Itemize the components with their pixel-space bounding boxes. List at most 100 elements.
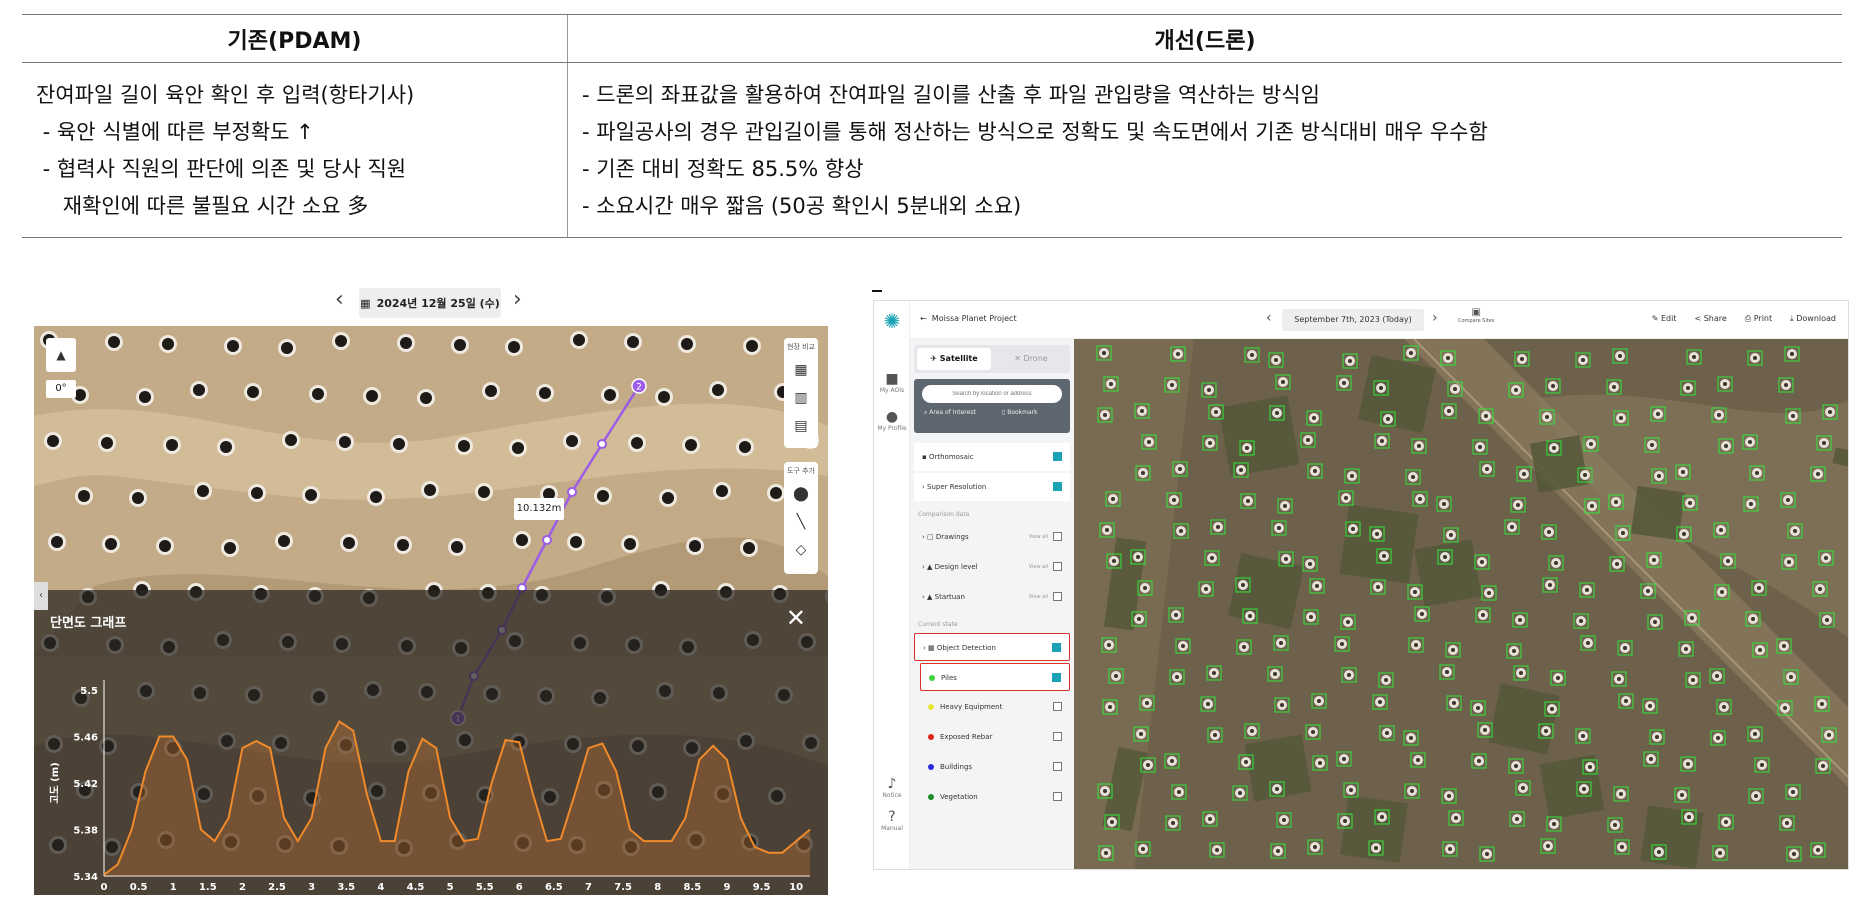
checkbox[interactable] <box>1053 702 1062 711</box>
pile-core <box>1105 528 1109 532</box>
x-tick-label: 0.5 <box>130 882 148 893</box>
checkbox[interactable] <box>1052 643 1061 652</box>
pile-hole <box>712 384 724 396</box>
chevron-left-icon[interactable]: ‹ <box>335 288 344 312</box>
pile-core <box>1686 762 1690 766</box>
layer-orthomosaic[interactable]: ▪ Orthomosaic <box>914 443 1070 471</box>
area-of-interest-button[interactable]: ⌕ Area of Interest <box>924 409 976 417</box>
date-picker[interactable]: ▦ 2024년 12월 25일 (수) <box>359 288 501 318</box>
print-button[interactable]: ⎙ Print <box>1745 314 1772 324</box>
edit-button[interactable]: ✎ Edit <box>1652 314 1677 324</box>
x-tick-label: 0 <box>101 882 108 893</box>
checkbox[interactable] <box>1053 562 1062 571</box>
pile-core <box>1141 471 1145 475</box>
pile-core <box>1546 844 1550 848</box>
pile-hole <box>539 387 551 399</box>
pile-core <box>1238 791 1242 795</box>
pile-core <box>1279 641 1283 645</box>
pin-icon[interactable]: ⬤ <box>793 486 809 502</box>
class-heavy-equipment[interactable]: Heavy Equipment <box>920 693 1070 721</box>
page: 기존(PDAM) 개선(드론) 잔여파일 길이 육안 확인 후 입력(항타기사)… <box>0 0 1865 905</box>
rail-item-notice[interactable]: ♪ Notice <box>874 776 910 799</box>
chevron-left-icon[interactable]: ‹ <box>1266 310 1272 326</box>
view-all-link[interactable]: View all <box>1029 523 1048 551</box>
layer-super-resolution[interactable]: › Super Resolution <box>914 473 1070 501</box>
view-all-link[interactable]: View all <box>1029 583 1048 611</box>
download-button[interactable]: ⤓ Download <box>1790 314 1836 324</box>
layer-startuan[interactable]: › ▲ Startuan View all <box>914 583 1070 611</box>
tab-label: Drone <box>1023 354 1048 363</box>
tab-drone[interactable]: ✕ Drone <box>994 348 1068 370</box>
checkbox[interactable] <box>1053 532 1062 541</box>
layer-drawings[interactable]: › ▢ Drawings View all <box>914 523 1070 551</box>
quad-view-icon[interactable]: ▤ <box>793 418 809 434</box>
pile-core <box>1724 820 1728 824</box>
class-piles[interactable]: Piles <box>920 663 1070 691</box>
measure-vertex <box>597 439 607 449</box>
pile-core <box>1657 850 1661 854</box>
polygon-tool-icon[interactable]: ◇ <box>793 542 809 558</box>
pile-core <box>1250 729 1254 733</box>
checkbox[interactable] <box>1053 482 1062 491</box>
share-button[interactable]: < Share <box>1694 314 1726 324</box>
chevron-right-icon[interactable]: › <box>1432 310 1438 326</box>
view-all-link[interactable]: View all <box>1029 553 1048 581</box>
pile-hole <box>420 392 432 404</box>
pile-core <box>1624 699 1628 703</box>
pile-hole <box>251 487 263 499</box>
checkbox[interactable] <box>1053 762 1062 771</box>
cross-section-panel: 단면도 그래프 ✕ 5.5 5.46 5.42 5.38 5.34 0 0.5 1 1.5 2 2.… <box>34 590 828 895</box>
compare-label: 현장 비교 <box>787 343 815 351</box>
pile-hole <box>105 538 117 550</box>
compass-icon[interactable]: ▲ <box>46 338 76 372</box>
rail-item-profile[interactable]: ● My Profile <box>874 409 910 432</box>
checkbox[interactable] <box>1053 452 1062 461</box>
pile-core <box>1448 847 1452 851</box>
pile-core <box>1589 442 1593 446</box>
checkbox[interactable] <box>1052 673 1061 682</box>
pile-hole <box>770 487 782 499</box>
pile-core <box>1140 409 1144 413</box>
grid-view-icon[interactable]: ▦ <box>793 362 809 378</box>
split-view-icon[interactable]: ▥ <box>793 390 809 406</box>
detection-map-view[interactable] <box>1074 339 1848 869</box>
pile-core <box>1485 852 1489 856</box>
pile-core <box>1816 472 1820 476</box>
date-picker[interactable]: September 7th, 2023 (Today) <box>1282 309 1424 331</box>
pile-core <box>1791 790 1795 794</box>
rail-item-aois[interactable]: ■ My AOIs <box>874 371 910 394</box>
pile-hole <box>689 540 701 552</box>
pile-hole <box>746 340 758 352</box>
map-view[interactable]: 21 ▲ 0° 현장 비교 ▦ ▥ ▤ 도구 추가 ⬤ ╲ ◇ 10.132m … <box>34 326 828 895</box>
app-logo-icon[interactable]: ✺ <box>874 309 910 333</box>
rail-item-manual[interactable]: ? Manual <box>874 809 910 832</box>
chevron-left-icon[interactable]: ‹ <box>34 582 48 610</box>
bookmark-button[interactable]: ▯ Bookmark <box>1002 409 1038 416</box>
comparison-table: 기존(PDAM) 개선(드론) 잔여파일 길이 육안 확인 후 입력(항타기사)… <box>22 14 1842 238</box>
pile-core <box>1110 820 1114 824</box>
pile-core <box>1276 849 1280 853</box>
pile-core <box>1653 620 1657 624</box>
pile-core <box>1690 616 1694 620</box>
checkbox[interactable] <box>1053 792 1062 801</box>
rail-label: Manual <box>881 825 903 832</box>
pile-hole <box>220 441 232 453</box>
class-buildings[interactable]: Buildings <box>920 753 1070 781</box>
checkbox[interactable] <box>1053 592 1062 601</box>
checkbox[interactable] <box>1053 732 1062 741</box>
pdam-map-panel: ‹ ▦ 2024년 12월 25일 (수) › 2 1 ▲ 0° 현장 비교 ▦ … <box>22 280 828 895</box>
pile-core <box>1244 760 1248 764</box>
compare-sites-button[interactable]: ▣ Compare Sites <box>1458 307 1494 324</box>
tab-satellite[interactable]: ✈ Satellite <box>917 348 991 370</box>
layer-design-level[interactable]: › ▲ Design level View all <box>914 553 1070 581</box>
back-button[interactable]: ← Moissa Planet Project <box>920 314 1017 323</box>
class-label: Exposed Rebar <box>940 733 993 741</box>
class-vegetation[interactable]: Vegetation <box>920 783 1070 811</box>
class-exposed-rebar[interactable]: Exposed Rebar <box>920 723 1070 751</box>
layer-object-detection[interactable]: › ▦ Object Detection <box>914 633 1070 661</box>
line-tool-icon[interactable]: ╲ <box>793 514 809 530</box>
chevron-right-icon[interactable]: › <box>513 288 522 312</box>
pile-hole <box>285 434 297 446</box>
pile-core <box>1821 764 1825 768</box>
search-input[interactable] <box>922 385 1062 403</box>
